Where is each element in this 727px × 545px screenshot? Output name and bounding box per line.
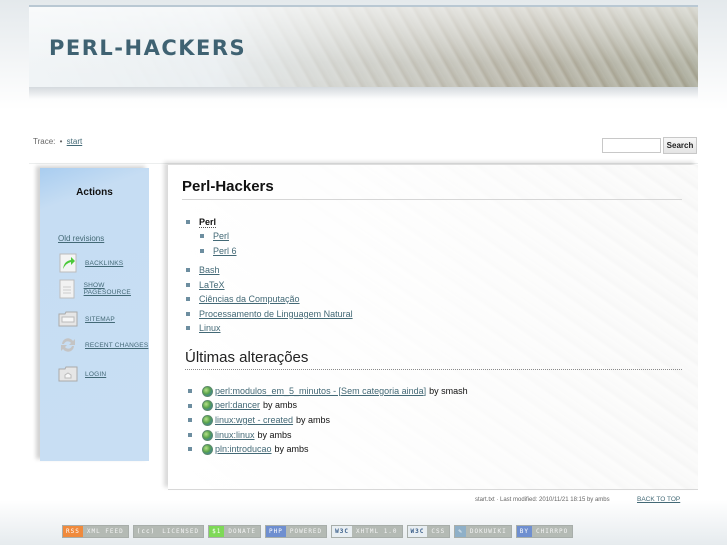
nav-link-pln[interactable]: Processamento de Linguagem Natural [199, 309, 353, 319]
nav-link-bash[interactable]: Bash [199, 265, 220, 275]
breadcrumb-label: Trace: [33, 137, 56, 146]
nav-item-current: Perl [186, 216, 217, 231]
nav-subitem: Perl [200, 230, 237, 245]
footer-badges: RSS XML FEED (cc) LICENSED $1 DONATE PHP POW… [62, 525, 574, 538]
globe-icon [202, 385, 213, 397]
list-item: pln:introducao by ambs [188, 442, 468, 457]
old-revisions-link[interactable]: Old revisions [58, 234, 104, 243]
content-divider [168, 489, 698, 490]
nav-sublist: Perl Perl 6 [200, 230, 237, 259]
w3c-icon: W3C [407, 526, 428, 537]
header-banner: PERL-HACKERS [29, 5, 698, 87]
list-item: linux:linux by ambs [188, 428, 468, 443]
folder-icon [58, 309, 78, 329]
change-link[interactable]: linux:linux [215, 429, 255, 442]
change-link[interactable]: linux:wget - created [215, 414, 293, 427]
badge-rss-xml-feed[interactable]: RSS XML FEED [62, 525, 129, 538]
change-link[interactable]: perl:modulos_em_5_minutos - [Sem categor… [215, 385, 426, 398]
rss-icon: RSS [63, 526, 83, 537]
list-item: linux:wget - created by ambs [188, 413, 468, 428]
sidebar-item-label[interactable]: Recent changes [85, 342, 148, 349]
nav-link-latex[interactable]: LaTeX [199, 280, 225, 290]
nav-item: Bash [186, 264, 353, 279]
nav-list: Perl [186, 216, 217, 231]
sidebar-item-backlinks[interactable]: Backlinks [58, 253, 123, 273]
change-link[interactable]: pln:introducao [215, 443, 272, 456]
title-divider [182, 199, 682, 200]
badge-cc-licensed[interactable]: (cc) LICENSED [132, 525, 205, 538]
nav-item: Ciências da Computação [186, 293, 353, 308]
document-icon [58, 279, 77, 299]
w3c-icon: W3C [332, 526, 353, 537]
divider [29, 163, 698, 164]
sidebar-item-label[interactable]: Login [85, 371, 106, 378]
breadcrumb: Trace: • start [33, 137, 82, 146]
badge-w3c-css[interactable]: W3C CSS [406, 525, 451, 538]
change-author: by ambs [257, 429, 292, 440]
nav-link-linux[interactable]: Linux [199, 323, 221, 333]
refresh-icon [58, 335, 78, 355]
sidebar-title: Actions [76, 187, 113, 198]
recent-changes-heading: Últimas alterações [185, 349, 309, 366]
php-icon: PHP [266, 526, 286, 537]
folder-home-icon [58, 364, 78, 384]
list-item: perl:dancer by ambs [188, 399, 468, 414]
badge-w3c-xhtml[interactable]: W3C XHTML 1.0 [331, 525, 403, 538]
badge-by-chirrpo[interactable]: BY CHIRRPO [515, 525, 574, 538]
change-author: by smash [429, 385, 468, 396]
badge-donate[interactable]: $1 DONATE [208, 525, 262, 538]
change-author: by ambs [274, 444, 309, 455]
badge-php-powered[interactable]: PHP POWERED [265, 525, 328, 538]
change-author: by ambs [296, 414, 331, 425]
page-title: Perl-Hackers [182, 178, 274, 195]
sidebar-item-show-pagesource[interactable]: Show pagesource [58, 279, 149, 299]
page-content: Perl-Hackers Perl Perl Perl 6 Bash LaTeX… [168, 165, 698, 490]
banner-shadow [29, 87, 698, 99]
nav-link-ciencias[interactable]: Ciências da Computação [199, 294, 300, 304]
breadcrumb-link-start[interactable]: start [67, 137, 83, 146]
dollar-icon: $1 [209, 526, 225, 537]
change-author: by ambs [263, 400, 298, 411]
nav-subitem: Perl 6 [200, 245, 237, 260]
by-icon: BY [516, 526, 532, 537]
dokuwiki-icon: ✎ [455, 526, 466, 537]
breadcrumb-separator: • [59, 137, 63, 146]
change-link[interactable]: perl:dancer [215, 399, 260, 412]
backlink-arrow-icon [58, 253, 78, 273]
list-item: perl:modulos_em_5_minutos - [Sem categor… [188, 384, 468, 399]
site-title[interactable]: PERL-HACKERS [49, 36, 246, 60]
globe-icon [202, 400, 213, 412]
creative-commons-icon: (cc) [133, 526, 159, 537]
page-last-modified: start.txt · Last modified: 2010/11/21 18… [475, 497, 610, 503]
back-to-top-link[interactable]: Back to top [637, 496, 680, 503]
globe-icon [202, 429, 213, 441]
recent-changes-list: perl:modulos_em_5_minutos - [Sem categor… [188, 384, 468, 457]
heading-divider [185, 369, 682, 370]
nav-item: LaTeX [186, 279, 353, 294]
globe-icon [202, 414, 213, 426]
nav-link-perl6[interactable]: Perl 6 [213, 246, 237, 256]
sidebar-item-login[interactable]: Login [58, 364, 106, 384]
globe-icon [202, 444, 213, 456]
search-input[interactable] [602, 138, 661, 153]
badge-dokuwiki[interactable]: ✎ DOKUWIKI [454, 525, 512, 538]
sidebar-item-label[interactable]: Show pagesource [84, 282, 149, 296]
sidebar-item-sitemap[interactable]: Sitemap [58, 309, 115, 329]
nav-item: Linux [186, 322, 353, 337]
sidebar-item-recent-changes[interactable]: Recent changes [58, 335, 148, 355]
sidebar-item-label[interactable]: Backlinks [85, 260, 123, 267]
search-button[interactable]: Search [663, 137, 697, 154]
nav-link-perl[interactable]: Perl [213, 231, 229, 241]
sidebar-actions: Actions Old revisions Backlinks Show pag… [40, 168, 149, 461]
nav-item: Processamento de Linguagem Natural [186, 308, 353, 323]
nav-list: Bash LaTeX Ciências da Computação Proces… [186, 264, 353, 337]
sidebar-item-label[interactable]: Sitemap [85, 316, 115, 323]
